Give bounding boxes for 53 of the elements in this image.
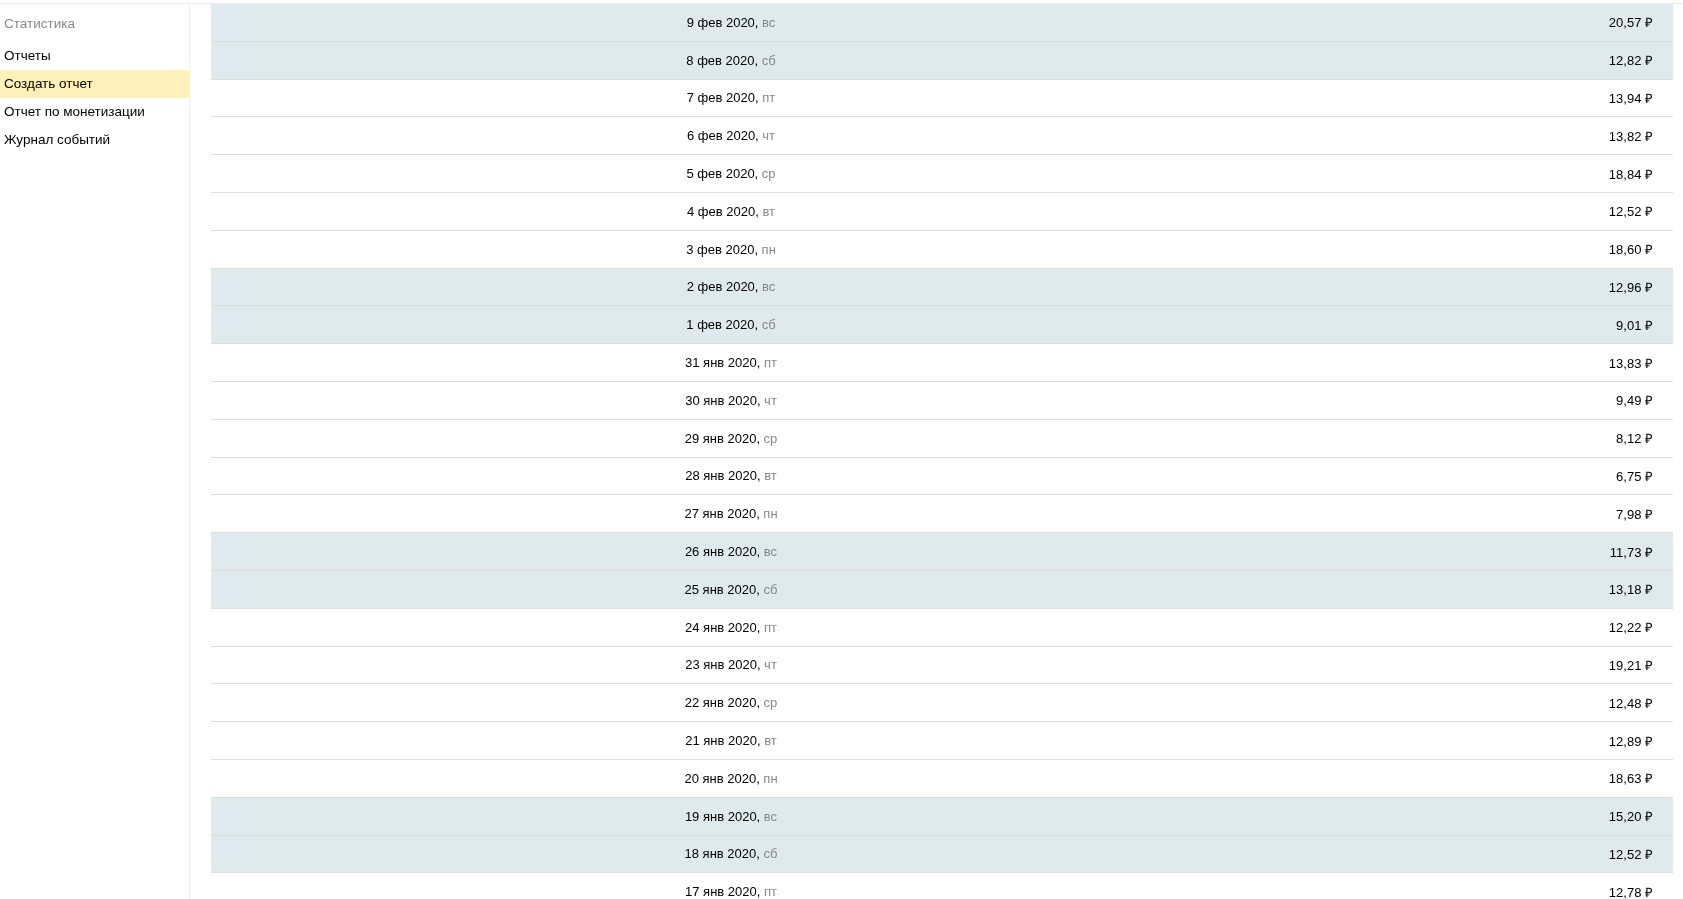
date-cell: 7 фев 2020, пт [686, 90, 776, 106]
amount-cell-text: 12,48 ₽ [1608, 694, 1654, 712]
amount-cell-text: 15,20 ₽ [1608, 808, 1654, 826]
date-cell: 18 янв 2020, сб [684, 846, 778, 862]
amount-cell-text: 8,12 ₽ [1616, 430, 1654, 448]
date-cell: 3 фев 2020, пн [686, 241, 776, 257]
amount-cell-text: 18,84 ₽ [1608, 165, 1654, 183]
date-cell: 29 янв 2020, ср [684, 430, 778, 446]
date-cell: 30 янв 2020, чт [685, 392, 777, 408]
amount-cell-text: 13,18 ₽ [1608, 581, 1654, 599]
date-cell: 1 фев 2020, сб [686, 317, 776, 333]
amount-cell-text: 7,98 ₽ [1616, 505, 1654, 523]
amount-cell-text: 19,21 ₽ [1608, 656, 1654, 674]
date-cell: 23 янв 2020, чт [685, 657, 777, 673]
date-cell: 8 фев 2020, сб [686, 52, 776, 68]
date-cell: 24 янв 2020, пт [685, 619, 777, 635]
amount-cell-text: 6,75 ₽ [1616, 467, 1654, 485]
amount-cell-text: 18,63 ₽ [1608, 770, 1654, 788]
amount-cell-text: 12,78 ₽ [1608, 883, 1654, 899]
date-cell: 25 янв 2020, сб [684, 581, 778, 597]
date-cell: 20 янв 2020, пн [684, 770, 778, 786]
amount-cell-text: 12,22 ₽ [1608, 619, 1654, 637]
amount-cell-text: 9,49 ₽ [1616, 392, 1654, 410]
amount-cell-text: 12,82 ₽ [1608, 52, 1654, 70]
amount-cell-text: 9,01 ₽ [1616, 316, 1654, 334]
sidebar-item[interactable]: Отчет по монетизации [0, 98, 189, 126]
sidebar-item[interactable]: Отчеты [0, 42, 189, 70]
date-cell: 6 фев 2020, чт [686, 128, 776, 144]
date-cell: 2 фев 2020, вс [686, 279, 776, 295]
date-cell: 27 янв 2020, пн [684, 506, 778, 522]
date-cell: 21 янв 2020, вт [685, 733, 777, 749]
amount-cell-text: 20,57 ₽ [1608, 14, 1654, 32]
amount-cell-text: 13,83 ₽ [1608, 354, 1654, 372]
date-cell: 28 янв 2020, вт [685, 468, 777, 484]
amount-cell-text: 18,60 ₽ [1608, 241, 1654, 259]
amount-cell-text: 12,89 ₽ [1608, 732, 1654, 750]
amount-cell-text: 12,52 ₽ [1608, 845, 1654, 863]
amount-cell-text: 11,73 ₽ [1609, 543, 1654, 561]
date-cell: 19 янв 2020, вс [684, 808, 778, 824]
date-cell: 5 фев 2020, ср [686, 166, 776, 182]
sidebar-item[interactable]: Журнал событий [0, 126, 189, 154]
amount-cell-text: 13,82 ₽ [1608, 127, 1654, 145]
sidebar-heading: Статистика [3, 15, 76, 33]
date-cell: 26 янв 2020, вс [684, 544, 778, 560]
sidebar-item[interactable]: Создать отчет [0, 70, 189, 98]
amount-cell-text: 13,94 ₽ [1608, 90, 1654, 107]
date-cell: 17 янв 2020, пт [685, 884, 777, 899]
amount-cell-text: 12,96 ₽ [1608, 278, 1654, 296]
date-cell: 31 янв 2020, пт [685, 355, 777, 371]
date-cell: 9 фев 2020, вс [686, 14, 776, 30]
date-cell: 22 янв 2020, ср [684, 695, 778, 711]
date-cell: 4 фев 2020, вт [687, 203, 775, 219]
amount-cell-text: 12,52 ₽ [1608, 203, 1654, 221]
